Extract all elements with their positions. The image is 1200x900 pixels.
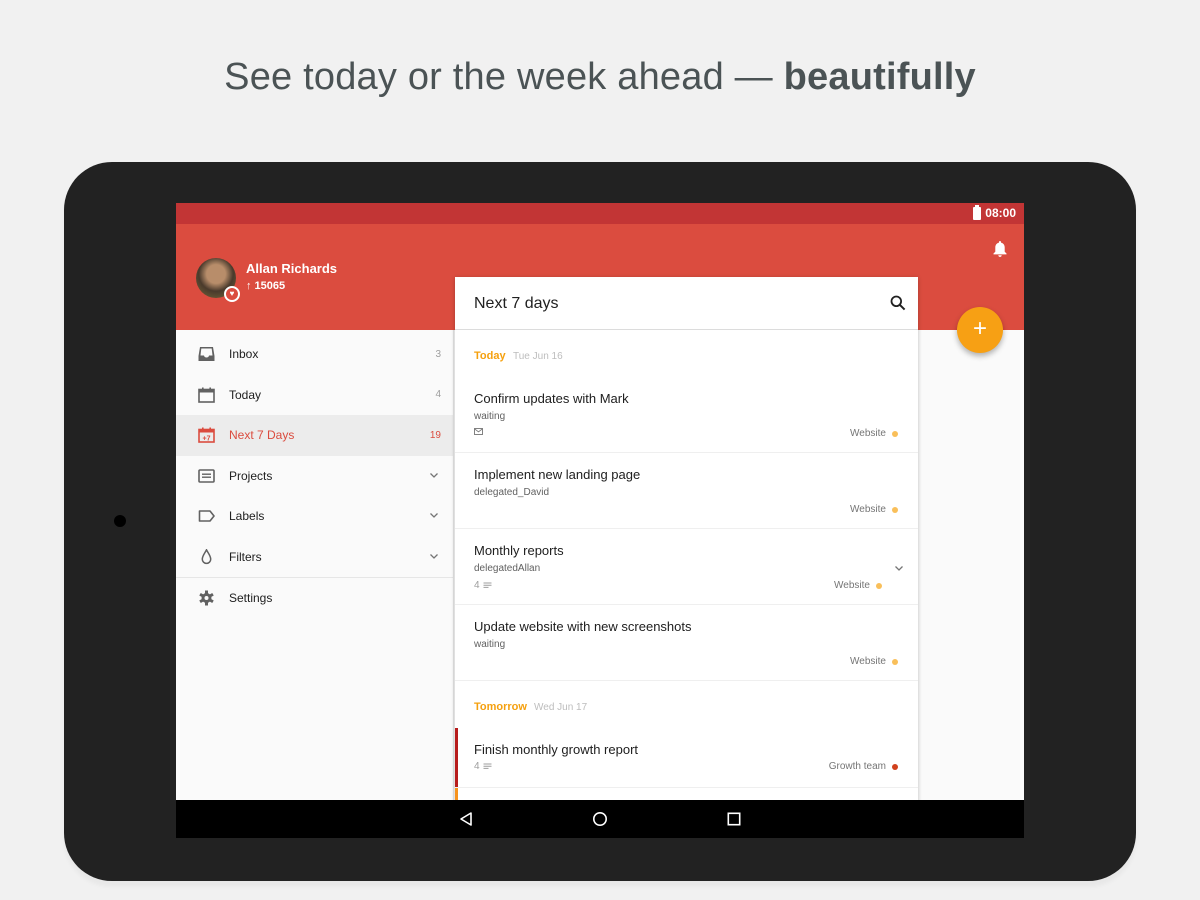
priority-indicator [455, 728, 458, 787]
section-date: Tue Jun 16 [513, 351, 563, 362]
gear-icon [199, 590, 214, 606]
sidebar-item-filters[interactable]: Filters [176, 537, 453, 578]
project-name: Growth team [828, 761, 886, 772]
panel-header: Next 7 days [455, 277, 918, 330]
sidebar-item-inbox[interactable]: Inbox 3 [176, 334, 453, 375]
label-icon [198, 510, 215, 522]
comment-count: 4 [474, 580, 480, 591]
task-meta [474, 428, 483, 435]
filter-drop-icon [201, 548, 212, 564]
task-comments: 4 [474, 580, 492, 591]
task-title: Update website with new screenshots [474, 619, 692, 634]
recents-icon[interactable] [726, 811, 742, 827]
chevron-down-icon[interactable] [429, 470, 439, 480]
user-name: Allan Richards [246, 261, 338, 276]
task-label: waiting [474, 411, 506, 422]
sidebar-item-count: 3 [435, 348, 441, 360]
sidebar-item-projects[interactable]: Projects [176, 456, 453, 497]
task-title: Implement new landing page [474, 467, 641, 482]
task-item[interactable]: Implement new landing page delegated_Dav… [455, 453, 918, 529]
avatar[interactable]: ♥ [196, 258, 240, 302]
sidebar-item-label: Today [229, 387, 262, 402]
section-date: Wed Jun 17 [534, 702, 588, 713]
project-color-dot [892, 506, 898, 513]
section-header-today: Today Tue Jun 16 [455, 330, 918, 377]
task-project: Growth team [829, 761, 898, 772]
task-item[interactable]: Finish monthly growth report 4 Growth te… [455, 728, 918, 788]
sidebar-item-label: Inbox [229, 347, 259, 362]
camera [114, 515, 126, 527]
search-icon[interactable] [890, 295, 906, 311]
task-title: Monthly reports [474, 543, 564, 558]
sidebar-item-label: Projects [229, 468, 273, 483]
task-project: Website [850, 656, 898, 667]
task-label: delegatedAllan [474, 563, 541, 574]
task-item[interactable]: Update website with new screenshots wait… [455, 605, 918, 681]
task-project: Website [834, 580, 882, 591]
task-label: delegated_David [474, 487, 550, 498]
task-title: Finish monthly growth report [474, 742, 639, 757]
add-task-button[interactable]: + [957, 307, 1003, 353]
task-label: waiting [474, 639, 506, 650]
sidebar-item-labels[interactable]: Labels [176, 496, 453, 537]
sidebar-item-settings[interactable]: Settings [176, 578, 453, 619]
task-item[interactable]: Monthly reports delegatedAllan 4 Website [455, 529, 918, 605]
sidebar-item-label: Filters [229, 549, 262, 564]
bell-icon[interactable] [992, 240, 1008, 258]
comment-icon [483, 582, 492, 588]
status-bar: 08:00 [176, 203, 1024, 224]
calendar-week-icon: +7 [198, 427, 215, 443]
task-title: Confirm updates with Mark [474, 391, 629, 406]
chevron-down-icon[interactable] [429, 510, 439, 520]
sidebar-item-label: Labels [229, 509, 265, 524]
chevron-down-icon[interactable] [429, 551, 439, 561]
project-color-dot [892, 658, 898, 665]
sidebar-item-count: 4 [435, 389, 441, 401]
section-header-tomorrow: Tomorrow Wed Jun 17 [455, 681, 918, 728]
battery-icon [973, 204, 982, 220]
task-project: Website [850, 428, 898, 439]
headline-bold: beautifully [783, 56, 976, 98]
task-comments: 4 [474, 761, 492, 772]
project-color-dot [876, 582, 882, 589]
chevron-down-icon[interactable] [894, 563, 904, 573]
sidebar-item-label: Next 7 Days [229, 428, 295, 443]
comment-icon [483, 763, 492, 769]
back-icon[interactable] [458, 811, 474, 827]
sidebar: Inbox 3 Today 4 +7 Next 7 Days 19 Projec… [176, 330, 454, 800]
karma-score: ↑ 15065 [246, 280, 286, 292]
project-color-dot [892, 430, 898, 437]
task-panel: Next 7 days Today Tue Jun 16 Confirm upd… [455, 277, 918, 838]
project-name: Website [850, 504, 886, 515]
projects-icon [198, 468, 215, 483]
project-name: Website [850, 656, 886, 667]
sidebar-item-count: 19 [429, 429, 441, 441]
panel-title: Next 7 days [474, 295, 559, 312]
sidebar-item-label: Settings [229, 591, 273, 606]
clock: 08:00 [985, 206, 1016, 220]
email-icon [474, 428, 483, 435]
task-item[interactable]: Confirm updates with Mark waiting Websit… [455, 377, 918, 453]
section-day: Today [474, 350, 506, 362]
headline: See today or the week ahead — beautifull… [0, 56, 1200, 99]
task-project: Website [850, 504, 898, 515]
sidebar-item-next-7-days[interactable]: +7 Next 7 Days 19 [176, 415, 453, 456]
section-day: Tomorrow [474, 701, 527, 713]
headline-text: See today or the week ahead — [224, 56, 784, 98]
karma-badge-icon: ♥ [224, 286, 240, 302]
android-nav-bar [176, 800, 1024, 838]
svg-text:+7: +7 [203, 435, 211, 442]
home-icon[interactable] [592, 811, 608, 827]
project-name: Website [834, 580, 870, 591]
comment-count: 4 [474, 761, 480, 772]
sidebar-item-today[interactable]: Today 4 [176, 375, 453, 416]
project-color-dot [892, 763, 898, 770]
device-screen: 08:00 ♥ Allan Richards ↑ 15065 Inbox 3 T… [176, 203, 1024, 838]
project-name: Website [850, 428, 886, 439]
inbox-icon [198, 347, 215, 361]
calendar-icon [198, 387, 215, 403]
